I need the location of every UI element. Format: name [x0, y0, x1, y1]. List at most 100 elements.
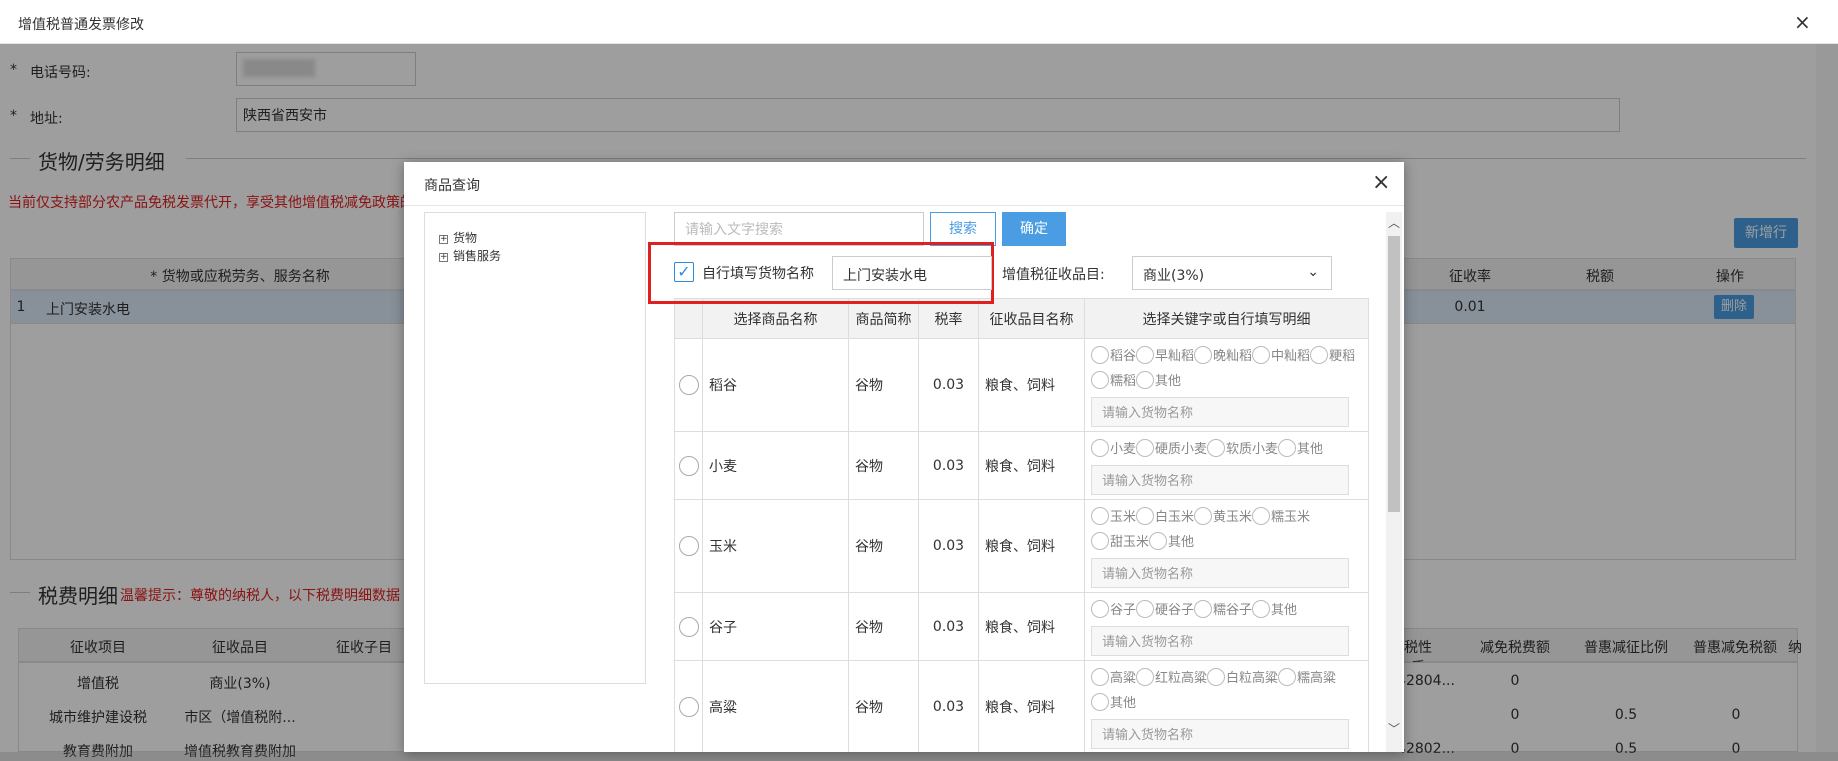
select-cell[interactable] [674, 660, 703, 752]
keyword-option[interactable]: 晚籼稻 [1194, 345, 1252, 364]
keyword-option[interactable]: 硬谷子 [1136, 599, 1194, 618]
keyword-option[interactable]: 高粱 [1091, 667, 1136, 686]
keyword-option[interactable]: 糯稻 [1091, 370, 1136, 389]
goods-detail-input[interactable] [1091, 719, 1349, 749]
expand-plus-icon[interactable]: + [439, 235, 448, 244]
radio-icon[interactable] [1091, 439, 1109, 457]
radio-icon[interactable] [678, 697, 699, 717]
radio-icon[interactable] [678, 536, 699, 556]
scroll-up-icon[interactable]: ︿ [1388, 214, 1400, 231]
goods-rate-cell: 0.03 [918, 660, 979, 752]
goods-category-cell: 粮食、饲料 [978, 338, 1085, 432]
keyword-option[interactable]: 粳稻 [1310, 345, 1355, 364]
keyword-option[interactable]: 其他 [1136, 370, 1181, 389]
keyword-option[interactable]: 稻谷 [1091, 345, 1136, 364]
radio-icon[interactable] [678, 616, 699, 637]
radio-icon[interactable] [1278, 668, 1297, 686]
radio-icon[interactable] [678, 455, 699, 476]
table-row[interactable]: 稻谷 谷物 0.03 粮食、饲料 稻谷 早籼稻 晚籼稻 中籼稻 粳稻糯稻 其他 [674, 338, 1369, 432]
table-row[interactable]: 高粱 谷物 0.03 粮食、饲料 高粱 红粒高粱 白粒高粱 糯高粱其他 [674, 660, 1369, 752]
radio-icon[interactable] [1091, 371, 1109, 389]
tree-node-sales-service[interactable]: + 销售服务 [439, 247, 501, 264]
dialog-close-button[interactable]: × [1372, 172, 1390, 194]
keyword-option[interactable]: 红粒高粱 [1136, 667, 1207, 686]
self-fill-checkbox[interactable]: ✓ [674, 262, 694, 282]
goods-name-cell: 高粱 [702, 660, 849, 752]
table-row[interactable]: 玉米 谷物 0.03 粮食、饲料 玉米 白玉米 黄玉米 糯玉米甜玉米 其他 [674, 499, 1369, 593]
tax-category-value: 商业(3%) [1143, 268, 1205, 284]
radio-icon[interactable] [1091, 507, 1109, 525]
keyword-option[interactable]: 硬质小麦 [1136, 438, 1207, 457]
detail-cell: 玉米 白玉米 黄玉米 糯玉米甜玉米 其他 [1084, 499, 1369, 593]
keyword-option[interactable]: 糯高粱 [1278, 667, 1336, 686]
base-close-button[interactable]: × [1794, 12, 1811, 32]
goods-category-cell: 粮食、饲料 [978, 431, 1085, 500]
table-row[interactable]: 谷子 谷物 0.03 粮食、饲料 谷子 硬谷子 糯谷子 其他 [674, 592, 1369, 661]
select-cell[interactable] [674, 499, 703, 593]
radio-icon[interactable] [1136, 507, 1155, 525]
keyword-option[interactable]: 其他 [1252, 599, 1297, 618]
search-input[interactable] [674, 212, 924, 246]
tree-node-goods[interactable]: + 货物 [439, 229, 477, 246]
keyword-option[interactable]: 其他 [1278, 438, 1323, 457]
confirm-button[interactable]: 确定 [1002, 212, 1066, 246]
search-button[interactable]: 搜索 [930, 212, 996, 246]
radio-icon[interactable] [678, 375, 699, 395]
keyword-option[interactable]: 软质小麦 [1207, 438, 1278, 457]
scroll-down-icon[interactable]: ﹀ [1388, 720, 1400, 737]
radio-icon[interactable] [1194, 600, 1213, 618]
keyword-option[interactable]: 早籼稻 [1136, 345, 1194, 364]
keyword-option[interactable]: 玉米 [1091, 506, 1136, 525]
radio-icon[interactable] [1136, 371, 1155, 389]
goods-detail-input[interactable] [1091, 397, 1349, 427]
radio-icon[interactable] [1278, 439, 1297, 457]
keyword-option[interactable]: 黄玉米 [1194, 506, 1252, 525]
radio-icon[interactable] [1149, 532, 1168, 550]
expand-plus-icon[interactable]: + [439, 253, 448, 262]
th-category: 征收品目名称 [978, 298, 1085, 339]
radio-icon[interactable] [1091, 532, 1109, 550]
keyword-option[interactable]: 白玉米 [1136, 506, 1194, 525]
goods-rate-cell: 0.03 [918, 431, 979, 500]
keyword-option[interactable]: 糯玉米 [1252, 506, 1310, 525]
radio-icon[interactable] [1207, 668, 1226, 686]
radio-icon[interactable] [1207, 439, 1226, 457]
keyword-option[interactable]: 中籼稻 [1252, 345, 1310, 364]
radio-icon[interactable] [1136, 600, 1155, 618]
goods-detail-input[interactable] [1091, 626, 1349, 656]
keyword-option[interactable]: 白粒高粱 [1207, 667, 1278, 686]
keyword-option[interactable]: 其他 [1149, 531, 1194, 550]
keyword-option[interactable]: 小麦 [1091, 438, 1136, 457]
select-cell[interactable] [674, 431, 703, 500]
radio-icon[interactable] [1136, 439, 1155, 457]
radio-icon[interactable] [1310, 346, 1329, 364]
radio-icon[interactable] [1091, 668, 1109, 686]
dialog-scrollbar-thumb[interactable] [1388, 236, 1400, 512]
goods-rate-cell: 0.03 [918, 592, 979, 661]
keyword-option[interactable]: 谷子 [1091, 599, 1136, 618]
dialog-header: 商品查询 × [404, 162, 1404, 206]
keyword-option[interactable]: 其他 [1091, 692, 1136, 711]
radio-icon[interactable] [1194, 346, 1213, 364]
radio-icon[interactable] [1091, 600, 1109, 618]
th-select [674, 298, 703, 339]
radio-icon[interactable] [1136, 346, 1155, 364]
tax-category-select[interactable]: 商业(3%) ⌄ [1132, 256, 1332, 290]
keyword-option-label: 其他 [1168, 535, 1195, 550]
radio-icon[interactable] [1136, 668, 1155, 686]
table-row[interactable]: 小麦 谷物 0.03 粮食、饲料 小麦 硬质小麦 软质小麦 其他 [674, 431, 1369, 500]
keyword-option[interactable]: 糯谷子 [1194, 599, 1252, 618]
radio-icon[interactable] [1252, 346, 1271, 364]
th-rate: 税率 [918, 298, 979, 339]
select-cell[interactable] [674, 338, 703, 432]
radio-icon[interactable] [1252, 600, 1271, 618]
select-cell[interactable] [674, 592, 703, 661]
goods-detail-input[interactable] [1091, 558, 1349, 588]
goods-detail-input[interactable] [1091, 465, 1349, 495]
keyword-option[interactable]: 甜玉米 [1091, 531, 1149, 550]
radio-icon[interactable] [1091, 346, 1109, 364]
radio-icon[interactable] [1194, 507, 1213, 525]
radio-icon[interactable] [1252, 507, 1271, 525]
goods-name-input[interactable]: 上门安装水电 [832, 256, 992, 290]
radio-icon[interactable] [1091, 693, 1109, 711]
